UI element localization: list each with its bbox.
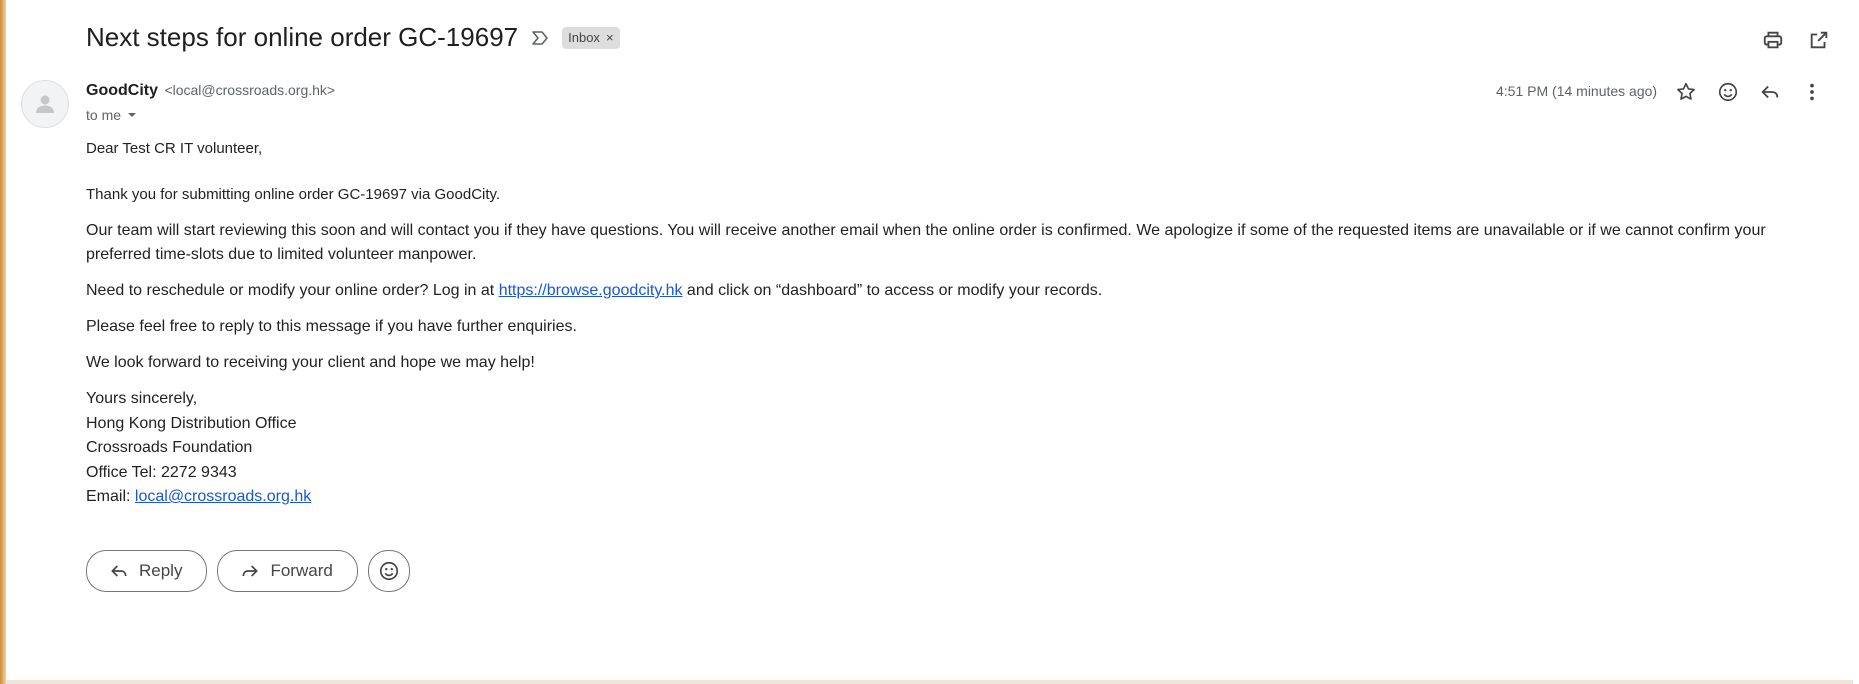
signature-tel: Office Tel: 2272 9343 xyxy=(86,463,237,481)
signature-email-prefix: Email: xyxy=(86,488,135,505)
reply-button[interactable]: Reply xyxy=(86,550,208,592)
emoji-reaction-icon xyxy=(379,561,398,581)
inbox-label-text: Inbox xyxy=(568,30,600,45)
important-marker-icon[interactable] xyxy=(530,28,550,48)
look-forward-paragraph: We look forward to receiving your client… xyxy=(86,354,535,371)
reschedule-text-pre: Need to reschedule or modify your online… xyxy=(86,282,499,299)
more-vert-icon[interactable] xyxy=(1800,80,1824,104)
caret-down-icon xyxy=(128,113,137,117)
signature-office: Hong Kong Distribution Office xyxy=(86,414,297,432)
recipient-details-toggle[interactable]: to me xyxy=(86,107,137,123)
sender-avatar xyxy=(21,80,69,128)
signature-closing: Yours sincerely, xyxy=(86,390,198,407)
reschedule-paragraph: Need to reschedule or modify your online… xyxy=(86,279,1816,303)
reply-arrow-icon xyxy=(111,565,127,577)
message-body: Dear Test CR IT volunteer, Thank you for… xyxy=(86,137,1816,510)
reply-actions: Reply Forward xyxy=(86,550,410,592)
signature: Yours sincerely, Hong Kong Distribution … xyxy=(86,387,1816,510)
open-in-new-window-icon[interactable] xyxy=(1807,28,1831,52)
sender-email: <local@crossroads.org.hk> xyxy=(164,82,336,98)
reply-button-label: Reply xyxy=(139,561,183,580)
reschedule-text-post: and click on “dashboard” to access or mo… xyxy=(682,282,1103,299)
to-me-label: to me xyxy=(86,107,122,123)
review-paragraph: Our team will start reviewing this soon … xyxy=(86,222,1766,263)
star-icon[interactable] xyxy=(1674,80,1698,104)
signature-org: Crossroads Foundation xyxy=(86,439,253,456)
remove-label-icon[interactable]: × xyxy=(606,30,614,45)
greeting: Dear Test CR IT volunteer, xyxy=(86,140,263,157)
message-timestamp: 4:51 PM (14 minutes ago) xyxy=(1496,83,1658,99)
reply-icon[interactable] xyxy=(1758,80,1782,104)
thread-toolbar xyxy=(1761,28,1831,52)
email-subject: Next steps for online order GC-19697 xyxy=(86,22,519,52)
print-icon[interactable] xyxy=(1761,28,1785,52)
goodcity-link[interactable]: https://browse.goodcity.hk xyxy=(499,282,683,299)
signature-email-link[interactable]: local@crossroads.org.hk xyxy=(135,488,311,505)
subject-row: Next steps for online order GC-19697 Inb… xyxy=(86,22,620,53)
sender-name[interactable]: GoodCity xyxy=(86,82,158,99)
forward-button-label: Forward xyxy=(270,561,333,580)
inbox-label-chip: Inbox × xyxy=(562,26,620,49)
thanks-paragraph: Thank you for submitting online order GC… xyxy=(86,186,501,203)
signature-email-line: Email: local@crossroads.org.hk xyxy=(86,485,1816,510)
message-actions xyxy=(1674,80,1824,104)
email-view: Next steps for online order GC-19697 Inb… xyxy=(6,0,1853,684)
forward-arrow-icon xyxy=(242,565,259,577)
reply-note-paragraph: Please feel free to reply to this messag… xyxy=(86,318,577,335)
emoji-icon[interactable] xyxy=(1716,80,1740,104)
emoji-reaction-button[interactable] xyxy=(367,550,410,592)
person-icon xyxy=(36,95,54,113)
sender-row: GoodCity <local@crossroads.org.hk> xyxy=(86,82,335,100)
forward-button[interactable]: Forward xyxy=(217,550,358,592)
